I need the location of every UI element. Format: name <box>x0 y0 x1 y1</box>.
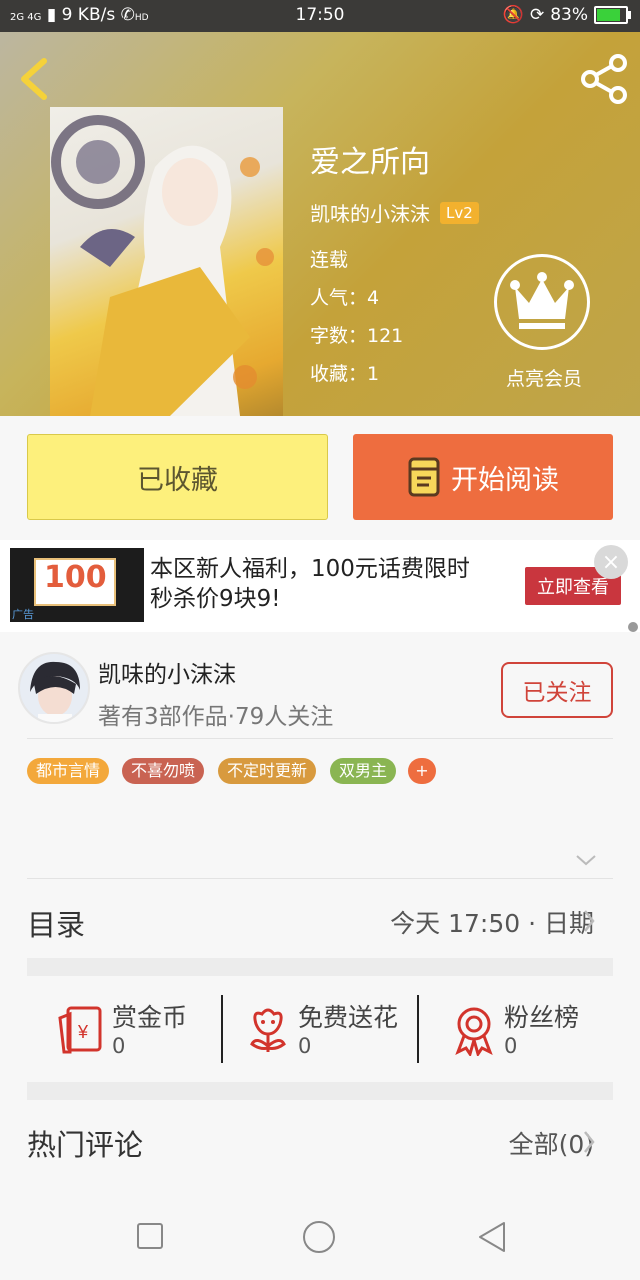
toc-title[interactable]: 目录 <box>27 902 85 944</box>
system-nav-bar <box>0 1190 640 1280</box>
medal-icon <box>455 1007 493 1056</box>
chevron-right-icon[interactable] <box>582 1129 596 1155</box>
author-level-badge: Lv2 <box>440 201 479 224</box>
cover-illustration <box>51 115 274 416</box>
start-reading-label: 开始阅读 <box>451 464 559 496</box>
section-separator <box>27 958 613 976</box>
back-icon[interactable] <box>476 1220 508 1254</box>
home-icon[interactable] <box>302 1220 336 1254</box>
fan-ranking[interactable]: 粉丝榜 0 <box>424 996 614 1066</box>
book-popularity: 人气：4 <box>310 287 380 309</box>
collected-label: 已收藏 <box>137 464 218 496</box>
red-envelope-icon: ¥ <box>58 1006 102 1054</box>
battery-icon <box>594 6 631 24</box>
book-header: 爱之所向 凯味的小沫沫 Lv2 连载 人气：4 字数：121 收藏：1 点亮会员 <box>0 32 640 416</box>
reward-coins-label: 赏金币 <box>112 1003 188 1032</box>
back-arrow-icon[interactable] <box>16 57 50 101</box>
follow-button[interactable]: 已关注 <box>501 662 613 718</box>
book-word-count: 字数：121 <box>310 325 404 347</box>
mute-icon: 🔕 <box>502 5 524 25</box>
book-author-row[interactable]: 凯味的小沫沫 Lv2 <box>310 198 479 227</box>
tag-urban-romance[interactable]: 都市言情 <box>27 758 110 784</box>
divider <box>417 995 419 1063</box>
vip-label[interactable]: 点亮会员 <box>480 364 608 391</box>
tag-irregular-update[interactable]: 不定时更新 <box>218 758 317 784</box>
free-flowers-label: 免费送花 <box>298 1003 399 1032</box>
tag-double-male-lead[interactable]: 双男主 <box>330 758 397 784</box>
book-favorites: 收藏：1 <box>310 363 380 385</box>
section-separator <box>27 1082 613 1100</box>
book-cover-image[interactable] <box>50 107 283 416</box>
recent-apps-icon[interactable] <box>136 1222 164 1250</box>
avatar-image <box>20 654 88 722</box>
divider <box>27 878 613 879</box>
flower-icon <box>250 1008 286 1052</box>
rotation-lock-icon: ⟳ <box>529 5 545 25</box>
battery-percent: 83% <box>550 5 588 25</box>
status-right: 🔕 ⟳ 83% <box>502 5 631 25</box>
vip-button[interactable] <box>494 254 590 350</box>
author-name[interactable]: 凯味的小沫沫 <box>98 655 236 689</box>
book-title: 爱之所向 <box>310 145 430 180</box>
share-icon[interactable] <box>580 54 630 104</box>
book-author[interactable]: 凯味的小沫沫 <box>310 198 430 227</box>
chevron-right-icon[interactable] <box>582 908 596 934</box>
author-stats: 著有3部作品·79人关注 <box>98 704 334 730</box>
add-tag-button[interactable]: + <box>408 758 436 784</box>
ad-info-icon[interactable] <box>628 622 638 632</box>
ad-image-tag: 广告 <box>12 608 34 621</box>
hot-comments-title: 热门评论 <box>27 1128 144 1162</box>
svg-text:¥: ¥ <box>77 1022 89 1042</box>
crown-icon <box>510 272 574 329</box>
book-status: 连载 <box>310 249 349 271</box>
free-flowers[interactable]: 免费送花 0 <box>218 996 408 1066</box>
divider <box>27 738 613 739</box>
ad-text[interactable]: 本区新人福利，100元话费限时秒杀价9块9! <box>150 554 480 614</box>
status-bar: 2G 4G ▮ 9 KB/s ✆HD 17:50 🔕 ⟳ 83% <box>0 0 640 32</box>
start-reading-button[interactable]: 开始阅读 <box>353 434 613 520</box>
book-icon <box>408 457 440 497</box>
avatar[interactable] <box>18 652 90 724</box>
ad-banner[interactable]: 100 广告 本区新人福利，100元话费限时秒杀价9块9! 立即查看 × <box>0 540 640 632</box>
toc-update-time[interactable]: 今天 17:50 · 日期 <box>390 904 594 940</box>
ad-image-price: 100 <box>44 560 107 595</box>
chevron-down-icon[interactable] <box>574 852 598 868</box>
reward-coins[interactable]: ¥ 赏金币 0 <box>32 996 222 1066</box>
ad-close-icon[interactable]: × <box>594 545 628 579</box>
collected-button[interactable]: 已收藏 <box>27 434 328 520</box>
fan-ranking-label: 粉丝榜 <box>504 1003 580 1032</box>
tag-no-flame[interactable]: 不喜勿喷 <box>122 758 205 784</box>
ad-image[interactable]: 100 广告 <box>10 548 144 622</box>
